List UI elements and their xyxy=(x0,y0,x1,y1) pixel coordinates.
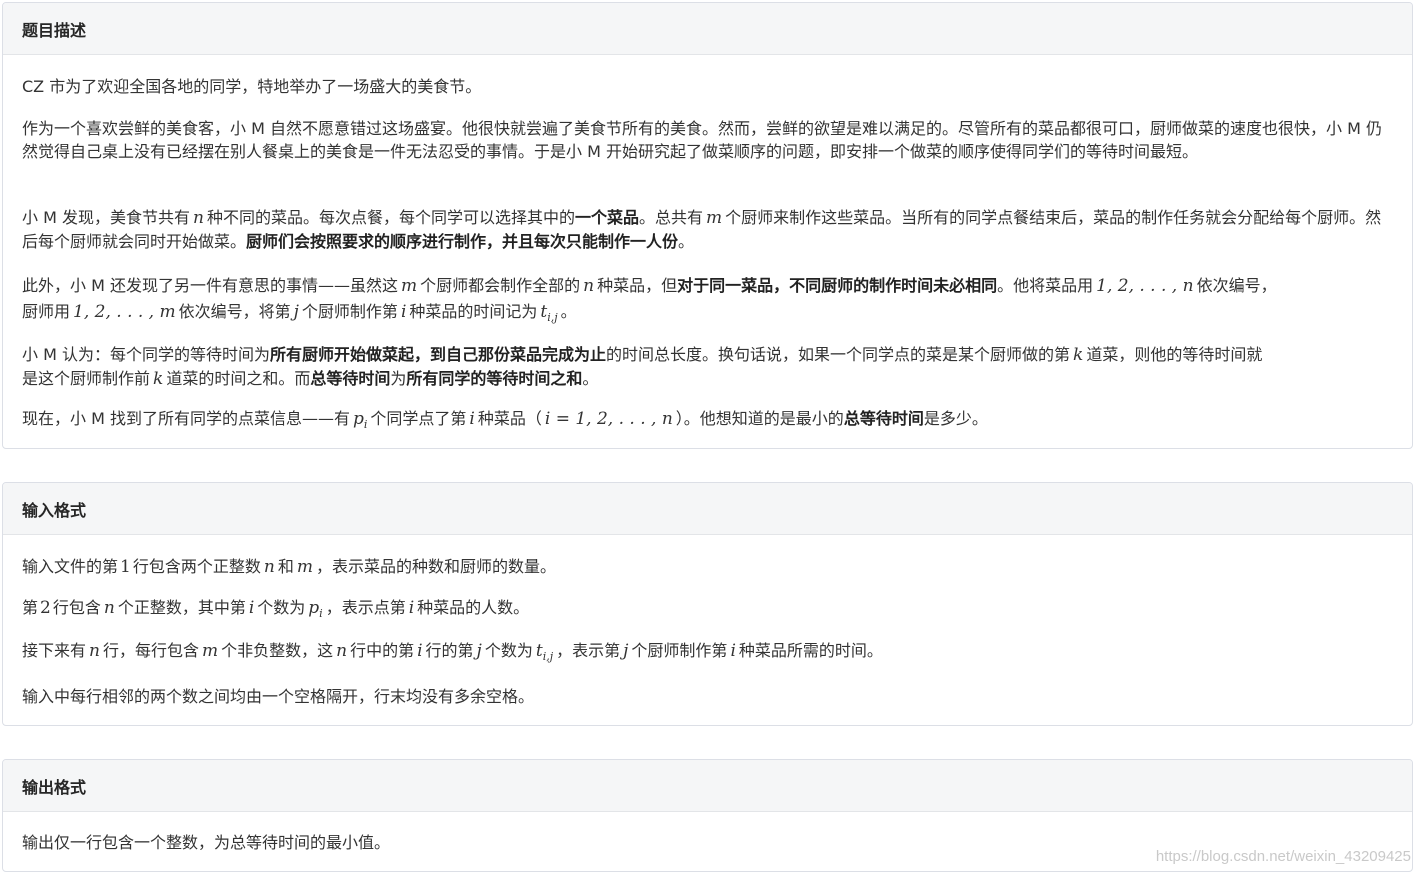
math-var: pi xyxy=(352,409,368,431)
bold-text: 厨师们会按照要求的顺序进行制作，并且每次只能制作一人份 xyxy=(246,232,679,251)
description-paragraph-3: 小 M 发现，美食节共有 n 种不同的菜品。每次点餐，每个同学可以选择其中的一个菜品… xyxy=(22,208,1382,251)
description-panel: 题目描述 CZ 市为了欢迎全国各地的同学，特地举办了一场盛大的美食节。 作为一个… xyxy=(2,2,1413,449)
math-var: j xyxy=(623,641,629,661)
math-var: n xyxy=(336,641,348,661)
description-paragraph-5: 小 M 认为：每个同学的等待时间为所有厨师开始做菜起，到自己那份菜品完成为止的时… xyxy=(22,345,1263,389)
math-var: i xyxy=(248,598,255,618)
math-var: k xyxy=(1073,345,1084,365)
math-var: k xyxy=(153,369,164,389)
math-var: m xyxy=(201,641,219,661)
math-var: i xyxy=(730,641,736,661)
input-header: 输入格式 xyxy=(3,483,1412,535)
math-var: ti,j xyxy=(540,302,558,324)
input-title: 输入格式 xyxy=(22,500,87,520)
math-var: j xyxy=(293,302,299,322)
bold-text: 所有同学的等待时间之和 xyxy=(406,369,583,388)
input-line-4: 输入中每行相邻的两个数之间均由一个空格隔开，行末均没有多余空格。 xyxy=(22,687,535,706)
bold-text: 总等待时间 xyxy=(310,369,391,388)
description-paragraph-6: 现在，小 M 找到了所有同学的点菜信息——有 pi 个同学点了第 i 种菜品（ i = 1… xyxy=(22,409,988,431)
math-var: pi xyxy=(308,598,323,620)
math-seq: 1, 2, . . . , m xyxy=(73,302,176,322)
output-title: 输出格式 xyxy=(22,777,87,797)
math-var: j xyxy=(476,641,482,661)
math-var: m xyxy=(705,208,723,228)
math-num: 1 xyxy=(120,557,131,577)
description-title: 题目描述 xyxy=(22,20,87,40)
bold-text: 对于同一菜品，不同厨师的制作时间未必相同 xyxy=(677,276,998,295)
input-line-2: 第 2 行包含 n 个正整数，其中第 i 个数为 pi ，表示点第 i 种菜品的人数。 xyxy=(22,598,530,620)
description-paragraph-2: 作为一个喜欢尝鲜的美食客，小 M 自然不愿意错过这场盛宴。他很快就尝遍了美食节所… xyxy=(22,119,1382,161)
math-seq: i = 1, 2, . . . , n xyxy=(544,409,673,429)
description-header: 题目描述 xyxy=(3,3,1412,55)
watermark: https://blog.csdn.net/weixin_43209425 xyxy=(1155,848,1411,865)
input-panel: 输入格式 输入文件的第 1 行包含两个正整数 n 和 m ，表示菜品的种数和厨师的数量。 第… xyxy=(2,482,1413,726)
math-seq: 1, 2, . . . , n xyxy=(1096,276,1194,296)
math-var: i xyxy=(408,598,415,618)
description-paragraph-4: 此外，小 M 还发现了另一件有意思的事情——虽然这 m 个厨师都会制作全部的 n 种菜品… xyxy=(22,276,1277,324)
input-line-3: 接下来有 n 行，每行包含 m 个非负整数，这 n 行中的第 i 行的第 j 个数为 ti,j ，表示第… xyxy=(22,641,883,663)
bold-text: 一个菜品 xyxy=(574,208,639,227)
math-var: m xyxy=(400,276,418,296)
math-var: m xyxy=(296,557,313,577)
math-var: n xyxy=(89,641,100,661)
math-var: i xyxy=(469,409,475,429)
input-line-1: 输入文件的第 1 行包含两个正整数 n 和 m ，表示菜品的种数和厨师的数量。 xyxy=(22,557,556,577)
description-paragraph-1: CZ 市为了欢迎全国各地的同学，特地举办了一场盛大的美食节。 xyxy=(22,77,482,96)
math-var: ti,j xyxy=(535,641,554,663)
math-num: 2 xyxy=(40,598,51,618)
math-var: n xyxy=(583,276,595,296)
math-var: i xyxy=(400,302,407,322)
math-var: n xyxy=(263,557,275,577)
math-var: i xyxy=(417,641,423,661)
bold-text: 总等待时间 xyxy=(843,409,924,428)
output-header: 输出格式 xyxy=(3,760,1412,812)
bold-text: 所有厨师开始做菜起，到自己那份菜品完成为止 xyxy=(269,345,606,364)
math-var: n xyxy=(103,598,115,618)
math-var: n xyxy=(192,208,204,228)
